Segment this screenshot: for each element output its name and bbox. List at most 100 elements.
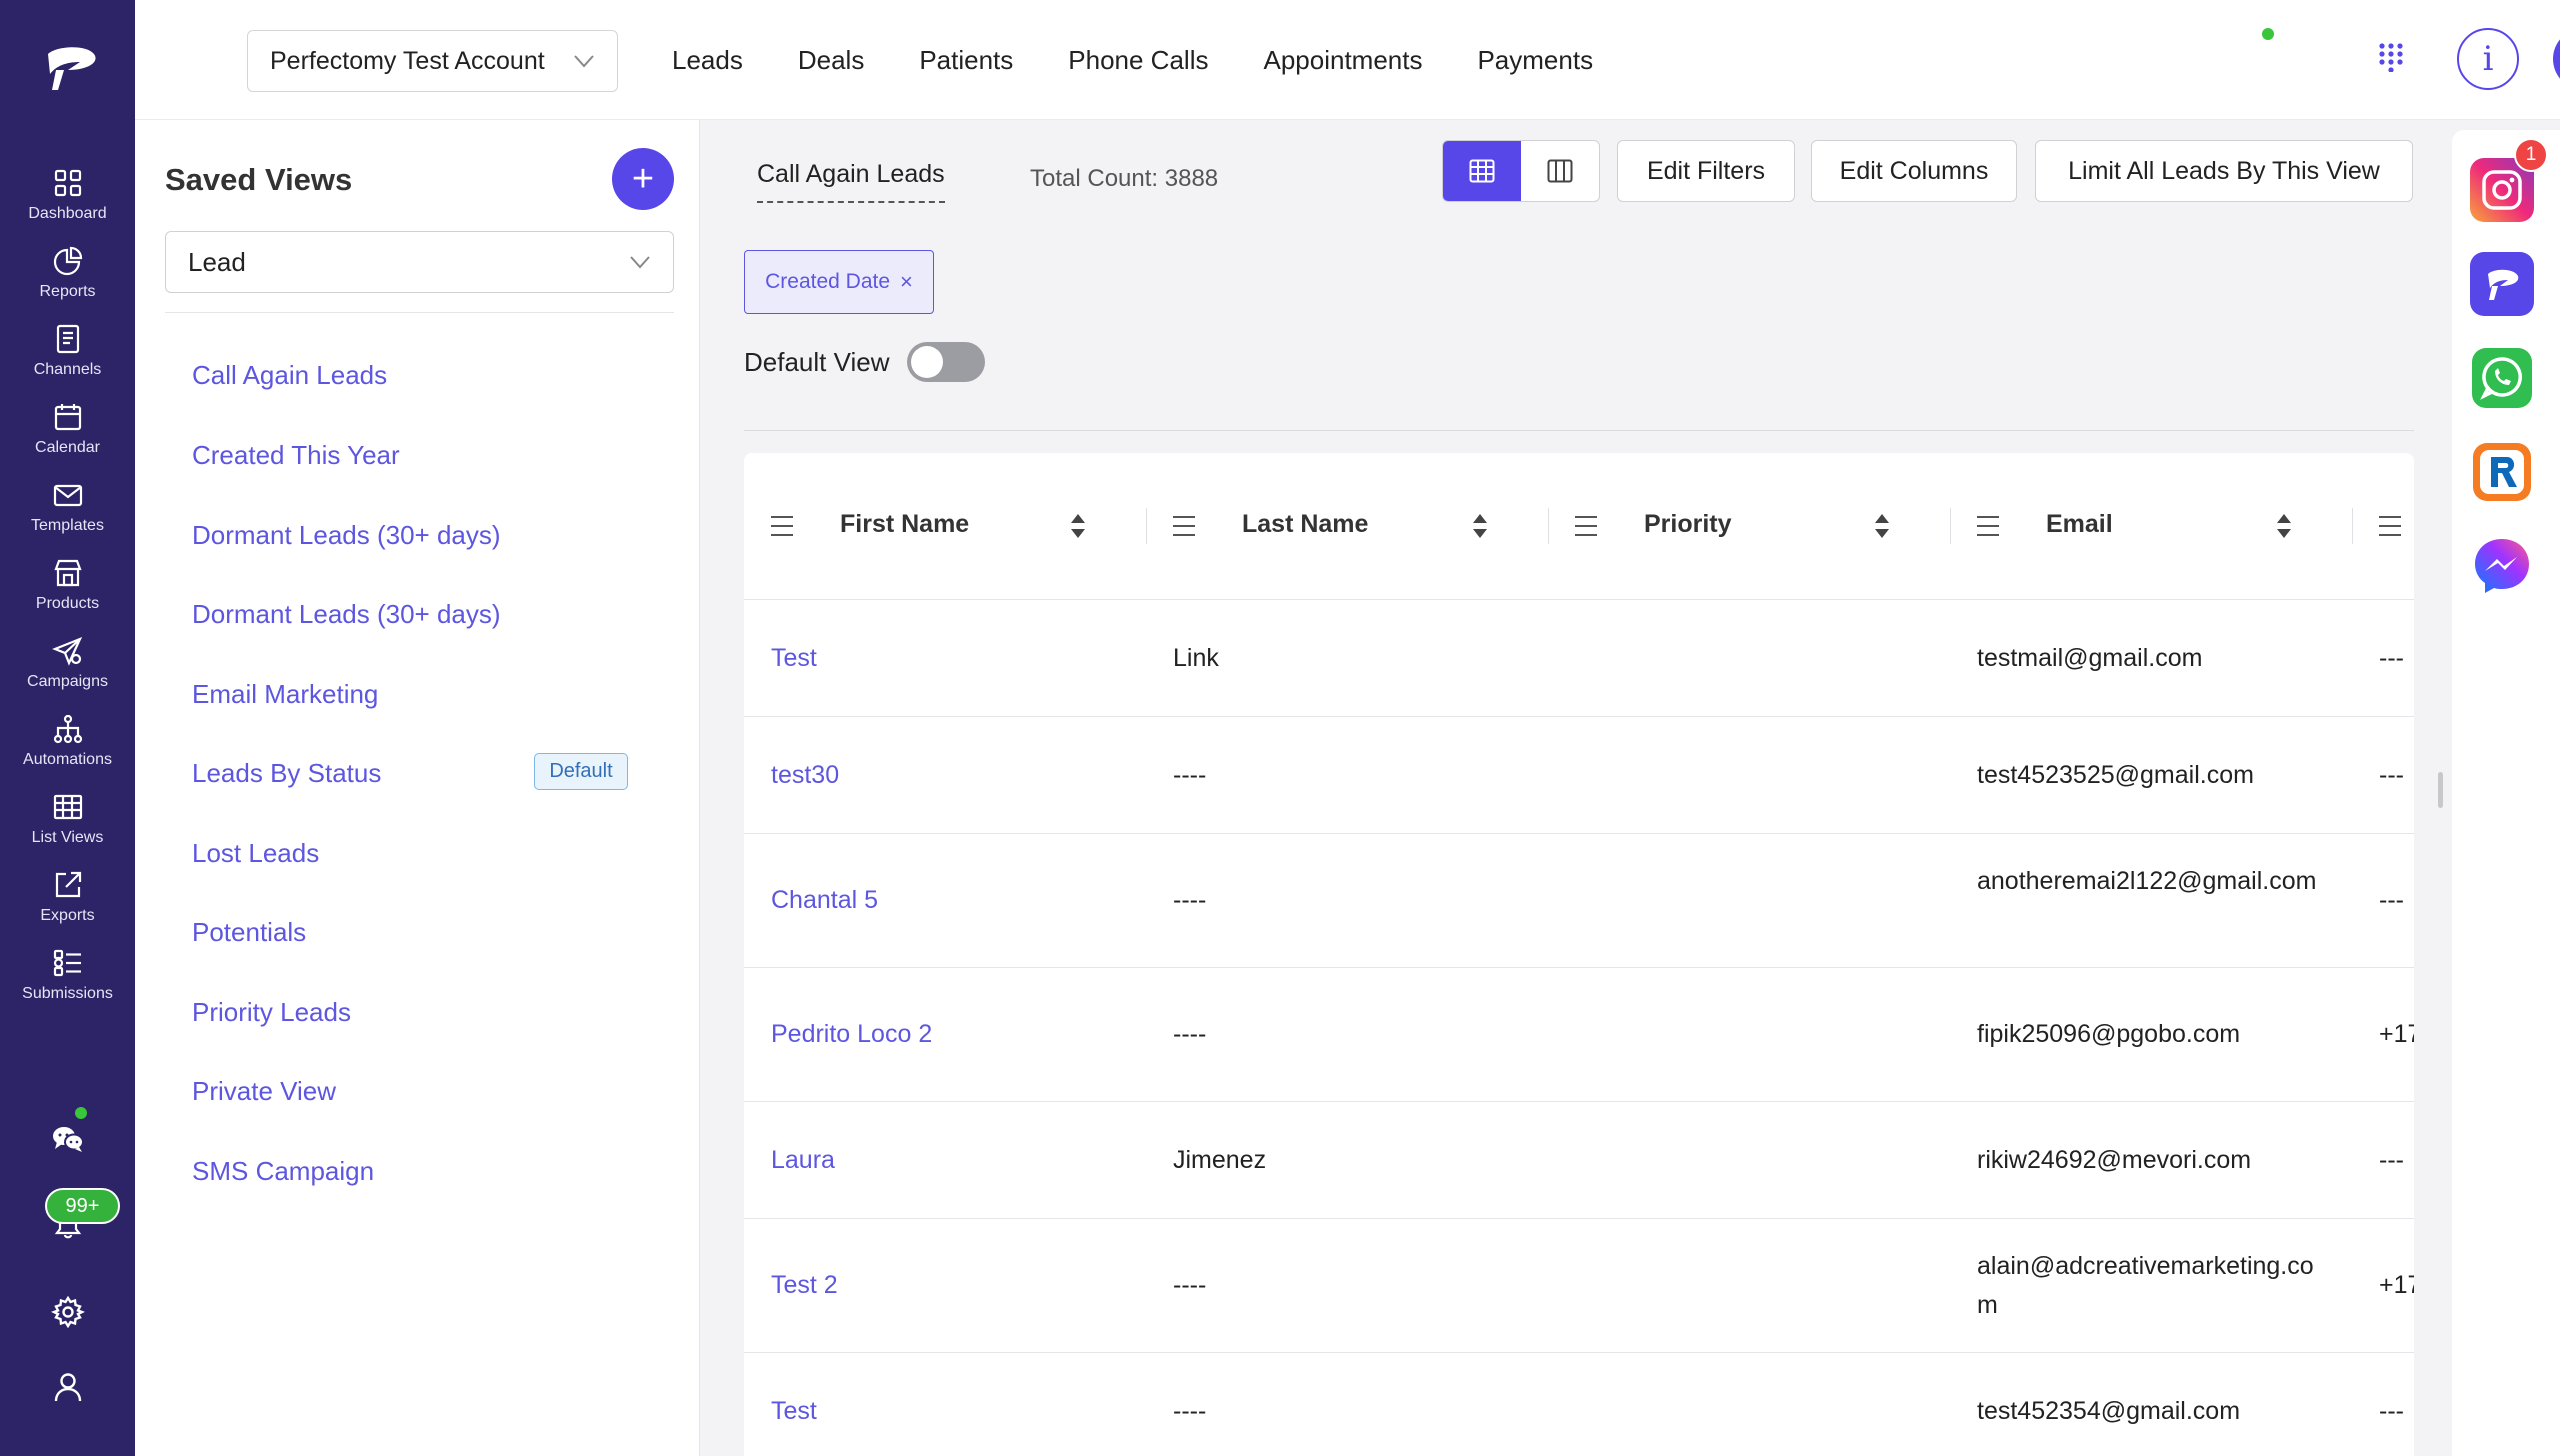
sidebar-item-submissions[interactable]: Submissions <box>0 936 135 1014</box>
sidebar-item-products[interactable]: Products <box>0 546 135 624</box>
calendar-icon <box>54 404 81 431</box>
view-type-value: Lead <box>188 246 246 277</box>
sidebar-item-campaigns[interactable]: Campaigns <box>0 624 135 702</box>
cell-first-name[interactable]: Pedrito Loco 2 <box>771 1015 932 1054</box>
saved-view-item[interactable]: Call Again Leads <box>192 360 387 391</box>
sort-icon[interactable] <box>1472 513 1488 539</box>
saved-view-item[interactable]: Dormant Leads (30+ days) <box>192 599 501 630</box>
sidebar-item-automations[interactable]: Automations <box>0 702 135 780</box>
nav-patients[interactable]: Patients <box>919 45 1013 76</box>
table-row[interactable]: Pedrito Loco 2 ---- fipik25096@pgobo.com… <box>744 968 2414 1102</box>
sidebar-item-reports[interactable]: Reports <box>0 234 135 312</box>
columns-icon <box>1547 159 1573 183</box>
nav-phone-calls[interactable]: Phone Calls <box>1068 45 1208 76</box>
saved-view-item[interactable]: Priority Leads <box>192 997 351 1028</box>
gear-icon <box>50 1295 85 1329</box>
table-row[interactable]: Test Link testmail@gmail.com --- <box>744 600 2414 717</box>
perfectomy-phone-app[interactable] <box>2470 252 2534 316</box>
saved-view-item[interactable]: Created This Year <box>192 440 400 471</box>
whatsapp-app[interactable] <box>2470 346 2534 410</box>
saved-view-item[interactable]: Private View <box>192 1076 336 1107</box>
instagram-notification-badge: 1 <box>2514 138 2548 172</box>
messenger-app[interactable] <box>2470 534 2534 598</box>
column-header-first-name: First Name <box>744 453 1146 600</box>
saved-views-title: Saved Views <box>165 162 353 197</box>
close-icon[interactable]: × <box>900 269 913 295</box>
cell-extra: +17 <box>2379 1020 2414 1048</box>
column-header-last-name: Last Name <box>1146 453 1548 600</box>
table-row[interactable]: Laura Jimenez rikiw24692@mevori.com --- <box>744 1102 2414 1219</box>
column-header-next <box>2352 453 2414 600</box>
cell-email: rikiw24692@mevori.com <box>1977 1146 2252 1174</box>
sidebar-item-templates[interactable]: Templates <box>0 468 135 546</box>
sort-icon[interactable] <box>2276 513 2292 539</box>
nav-payments[interactable]: Payments <box>1477 45 1593 76</box>
sidebar-item-dashboard[interactable]: Dashboard <box>0 156 135 234</box>
table-row[interactable]: Chantal 5 ---- anotheremai2l122@gmail.co… <box>744 834 2414 968</box>
ringcentral-app[interactable] <box>2470 440 2534 504</box>
profile-button[interactable] <box>0 1370 135 1404</box>
cell-last-name: ---- <box>1173 1397 1207 1425</box>
default-badge: Default <box>534 753 628 790</box>
sidebar-item-channels[interactable]: Channels <box>0 312 135 390</box>
saved-view-item[interactable]: Email Marketing <box>192 679 378 710</box>
limit-all-leads-button[interactable]: Limit All Leads By This View <box>2035 140 2413 202</box>
nav-leads[interactable]: Leads <box>672 45 743 76</box>
cell-last-name: ---- <box>1173 886 1207 914</box>
cell-first-name[interactable]: Chantal 5 <box>771 881 878 920</box>
chat-button[interactable] <box>0 1122 135 1156</box>
dialpad-icon[interactable] <box>2378 42 2404 72</box>
table-row[interactable]: Test ---- test452354@gmail.com --- <box>744 1353 2414 1456</box>
nav-appointments[interactable]: Appointments <box>1263 45 1422 76</box>
columns-view-button[interactable] <box>1521 141 1599 201</box>
table-row[interactable]: Test 2 ---- alain@adcreativemarketing.co… <box>744 1219 2414 1353</box>
cell-first-name[interactable]: Test 2 <box>771 1266 838 1305</box>
default-view-toggle[interactable] <box>907 342 985 382</box>
cell-first-name[interactable]: Test <box>771 639 817 678</box>
saved-view-item[interactable]: Leads By Status <box>192 758 381 789</box>
sort-icon[interactable] <box>1070 513 1086 539</box>
settings-button[interactable] <box>0 1295 135 1329</box>
table-row[interactable]: test30 ---- test4523525@gmail.com --- <box>744 717 2414 834</box>
view-type-select[interactable]: Lead <box>165 231 674 293</box>
column-menu-icon[interactable] <box>1574 515 1598 537</box>
panel-divider <box>165 312 674 313</box>
search-button[interactable] <box>2553 28 2560 90</box>
column-label: Last Name <box>1242 510 1369 538</box>
account-select[interactable]: Perfectomy Test Account <box>247 30 618 92</box>
column-menu-icon[interactable] <box>770 515 794 537</box>
saved-view-item[interactable]: Lost Leads <box>192 838 319 869</box>
sidebar-item-calendar[interactable]: Calendar <box>0 390 135 468</box>
sidebar-item-exports[interactable]: Exports <box>0 858 135 936</box>
sidebar-item-list-views[interactable]: List Views <box>0 780 135 858</box>
reports-icon <box>53 246 82 276</box>
saved-view-item[interactable]: Potentials <box>192 917 306 948</box>
cell-extra: --- <box>2379 644 2404 672</box>
cell-first-name[interactable]: Test <box>771 1392 817 1431</box>
column-menu-icon[interactable] <box>1976 515 2000 537</box>
table-view-button[interactable] <box>1443 141 1521 201</box>
exports-icon <box>55 871 81 898</box>
nav-deals[interactable]: Deals <box>798 45 864 76</box>
column-header-priority: Priority <box>1548 453 1950 600</box>
perfectomy-phone-icon <box>2488 269 2519 300</box>
info-button[interactable]: i <box>2457 28 2519 90</box>
toggle-knob <box>911 346 943 378</box>
perfectomy-logo[interactable] <box>42 40 102 96</box>
edit-filters-button[interactable]: Edit Filters <box>1617 140 1795 202</box>
column-menu-icon[interactable] <box>1172 515 1196 537</box>
edit-columns-button[interactable]: Edit Columns <box>1811 140 2017 202</box>
sort-icon[interactable] <box>1874 513 1890 539</box>
add-view-button[interactable]: + <box>612 148 674 210</box>
cell-email: alain@adcreativemarketing.com <box>1977 1252 2314 1319</box>
saved-view-item[interactable]: SMS Campaign <box>192 1156 374 1187</box>
sidebar-item-label: Reports <box>39 283 96 300</box>
cell-first-name[interactable]: Laura <box>771 1141 835 1180</box>
table-scroll-handle[interactable] <box>2438 772 2443 808</box>
cell-last-name: ---- <box>1173 761 1207 789</box>
tab-call-again-leads[interactable]: Call Again Leads <box>757 160 945 203</box>
top-bar: Perfectomy Test Account Leads Deals Pati… <box>135 0 2560 120</box>
column-menu-icon[interactable] <box>2378 515 2402 537</box>
cell-first-name[interactable]: test30 <box>771 756 839 795</box>
saved-view-item[interactable]: Dormant Leads (30+ days) <box>192 520 501 551</box>
